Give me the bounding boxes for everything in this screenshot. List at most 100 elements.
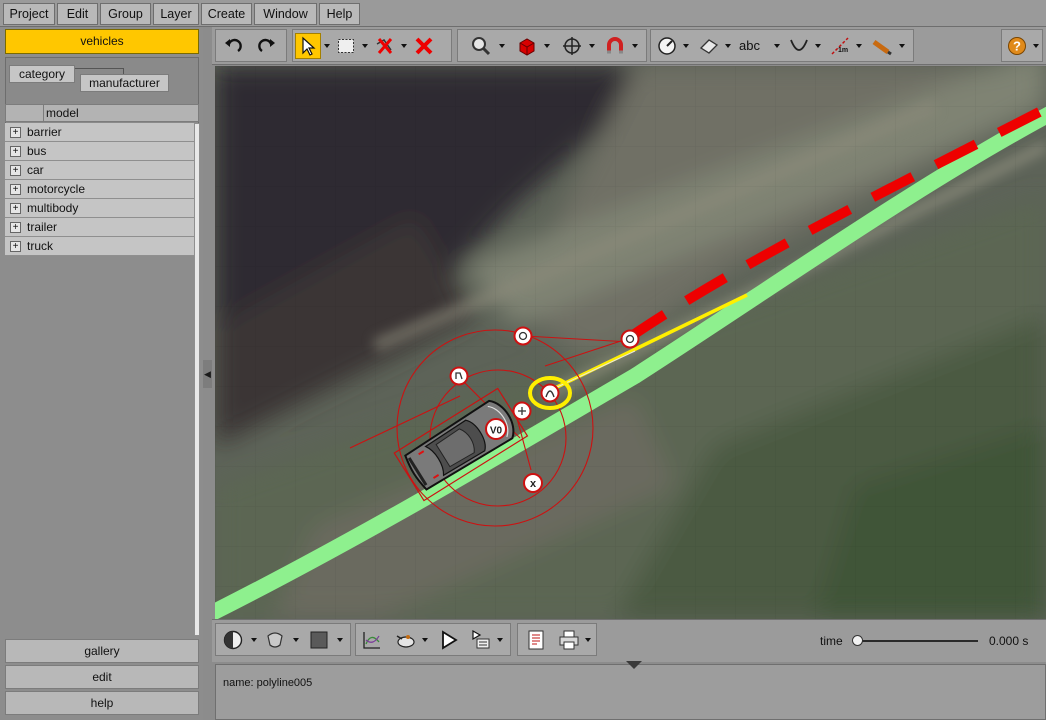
draw-button[interactable] [869, 33, 895, 59]
object-button[interactable] [514, 33, 540, 59]
group-chip-manufacturer[interactable]: manufacturer [80, 74, 169, 92]
menu-window[interactable]: Window [254, 3, 317, 25]
expand-icon[interactable]: + [10, 203, 21, 214]
menu-help[interactable]: Help [319, 3, 360, 25]
select-tool-button[interactable] [295, 33, 321, 59]
tab-gallery[interactable]: gallery [5, 639, 199, 663]
menu-create[interactable]: Create [201, 3, 252, 25]
chevron-down-icon[interactable] [293, 638, 299, 642]
help-button[interactable]: ? [1004, 33, 1030, 59]
tree-item-multibody[interactable]: + multibody [5, 199, 194, 218]
chevron-down-icon[interactable] [251, 638, 257, 642]
chevron-down-icon[interactable] [683, 44, 689, 48]
scene-canvas[interactable]: V0 x [215, 66, 1046, 619]
chevron-down-icon[interactable] [401, 44, 407, 48]
material-button[interactable] [262, 627, 288, 653]
chevron-down-icon[interactable] [815, 44, 821, 48]
expand-icon[interactable]: + [10, 127, 21, 138]
graph-button[interactable] [359, 627, 385, 653]
play-icon [442, 630, 458, 650]
tree-scrollbar[interactable] [194, 123, 200, 636]
expand-icon[interactable]: + [10, 241, 21, 252]
time-value: 0.000 s [989, 634, 1029, 648]
background-icon [310, 631, 328, 649]
menu-edit[interactable]: Edit [57, 3, 98, 25]
terrain-button[interactable] [696, 33, 722, 59]
chevron-down-icon[interactable] [1033, 44, 1039, 48]
rotation-handle-icon[interactable] [513, 326, 533, 346]
chevron-down-icon[interactable] [585, 638, 591, 642]
tree-item-car[interactable]: + car [5, 161, 194, 180]
tree-item-truck[interactable]: + truck [5, 237, 194, 256]
chevron-down-icon[interactable] [544, 44, 550, 48]
column-header[interactable]: model [5, 104, 199, 122]
chevron-down-icon[interactable] [725, 44, 731, 48]
chevron-down-icon[interactable] [499, 44, 505, 48]
curve-button[interactable] [786, 33, 812, 59]
curve-handle-icon[interactable] [540, 383, 560, 403]
menu-layer[interactable]: Layer [153, 3, 199, 25]
undo-button[interactable] [220, 33, 246, 59]
elevation-handle-icon[interactable] [512, 401, 532, 421]
report-button[interactable] [523, 627, 549, 653]
delete-handle-label: x [530, 478, 537, 490]
terrain-icon [699, 39, 719, 54]
tree-item-label: multibody [27, 201, 79, 215]
chevron-down-icon[interactable] [422, 638, 428, 642]
tree-item-barrier[interactable]: + barrier [5, 123, 194, 142]
delete-button[interactable] [411, 33, 437, 59]
menu-project[interactable]: Project [3, 3, 55, 25]
tree-item-label: barrier [27, 125, 62, 139]
panel-toggle-icon[interactable] [626, 661, 642, 669]
tree-item-trailer[interactable]: + trailer [5, 218, 194, 237]
collapse-panel-icon[interactable]: ◀ [203, 360, 212, 388]
zoom-button[interactable] [468, 33, 494, 59]
time-slider-knob[interactable] [852, 635, 863, 646]
move-icon [563, 37, 581, 55]
play-button[interactable] [436, 627, 462, 653]
expand-icon[interactable]: + [10, 165, 21, 176]
scene-viewport[interactable]: V0 x [215, 66, 1046, 619]
expand-icon[interactable]: + [10, 184, 21, 195]
chevron-down-icon[interactable] [856, 44, 862, 48]
print-button[interactable] [556, 627, 582, 653]
chevron-down-icon[interactable] [899, 44, 905, 48]
tree-item-label: trailer [27, 220, 58, 234]
select-arrow-icon [302, 36, 316, 56]
velocity-handle-icon[interactable]: V0 [485, 418, 507, 440]
tab-vehicles[interactable]: vehicles [5, 29, 199, 54]
expand-icon[interactable]: + [10, 222, 21, 233]
tab-edit[interactable]: edit [5, 665, 199, 689]
delete-point-button[interactable] [372, 33, 398, 59]
height-handle-icon[interactable] [449, 366, 469, 386]
tree-item-bus[interactable]: + bus [5, 142, 194, 161]
chevron-down-icon[interactable] [324, 44, 330, 48]
point-handle-icon[interactable] [620, 329, 640, 349]
group-chip-category[interactable]: category [9, 65, 75, 83]
delete-handle-icon[interactable]: x [523, 473, 543, 493]
tab-help[interactable]: help [5, 691, 199, 715]
tree-item-label: car [27, 163, 44, 177]
shading-button[interactable] [220, 627, 246, 653]
velocity-button[interactable] [654, 33, 680, 59]
chevron-down-icon[interactable] [632, 44, 638, 48]
snap-button[interactable] [602, 33, 628, 59]
chevron-down-icon[interactable] [589, 44, 595, 48]
chevron-down-icon[interactable] [497, 638, 503, 642]
move-button[interactable] [559, 33, 585, 59]
chevron-down-icon[interactable] [774, 44, 780, 48]
step-button[interactable] [468, 627, 494, 653]
redo-button[interactable] [254, 33, 280, 59]
chevron-down-icon[interactable] [362, 44, 368, 48]
background-button[interactable] [306, 627, 332, 653]
menu-group[interactable]: Group [100, 3, 151, 25]
rectangle-select-button[interactable] [333, 33, 359, 59]
time-slider-track[interactable] [855, 640, 978, 642]
chevron-down-icon[interactable] [337, 638, 343, 642]
help-glyph: ? [1013, 39, 1021, 54]
expand-icon[interactable]: + [10, 146, 21, 157]
tree-item-motorcycle[interactable]: + motorcycle [5, 180, 194, 199]
camera-button[interactable] [392, 627, 418, 653]
measure-button[interactable]: 1m [827, 33, 853, 59]
text-tool-button[interactable]: abc [736, 33, 770, 59]
